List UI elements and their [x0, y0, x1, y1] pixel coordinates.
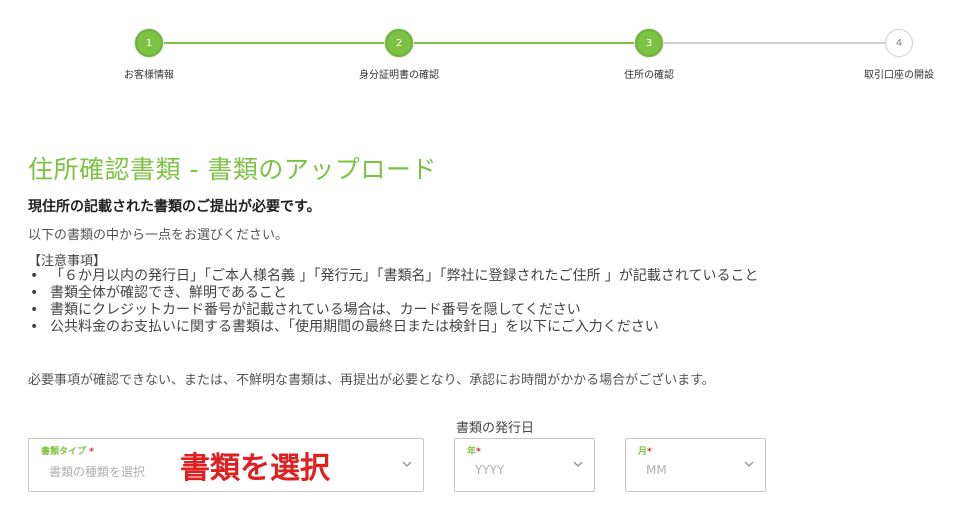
- step-3-label: 住所の確認: [624, 70, 674, 81]
- year-select[interactable]: 年* YYYY: [454, 438, 595, 492]
- issue-date-label: 書類の発行日: [456, 421, 535, 436]
- step-3-number: 3: [645, 37, 653, 49]
- step-4-number: 4: [895, 37, 903, 49]
- progress-stepper: 1 2 3 4 お客様情報 身分証明書の確認 住所の確認 取引口座の開設: [0, 0, 964, 90]
- step-connector-3-4: [649, 42, 899, 44]
- step-connector-2-3: [399, 42, 649, 44]
- notes-list: 「６か月以内の発行日」「ご本人様名義 」「発行元」「書類名」「弊社に登録されたご…: [28, 268, 848, 336]
- month-label-text: 月: [638, 447, 648, 457]
- step-2-number: 2: [395, 37, 403, 49]
- step-4-label: 取引口座の開設: [864, 70, 934, 81]
- year-placeholder: YYYY: [475, 463, 505, 477]
- annotation-select-document: 書類を選択: [180, 451, 330, 486]
- month-select[interactable]: 月* MM: [625, 438, 766, 492]
- year-label: 年*: [467, 444, 481, 457]
- document-type-placeholder: 書類の種類を選択: [49, 465, 146, 479]
- page-subtitle: 現住所の記載された書類のご提出が必要です。: [28, 199, 321, 215]
- required-mark: *: [89, 447, 94, 457]
- required-mark: *: [647, 447, 652, 457]
- document-type-label: 書類タイプ *: [41, 444, 94, 457]
- chevron-down-icon: [402, 461, 412, 468]
- step-connector-1-2: [149, 42, 399, 44]
- month-label: 月*: [638, 444, 652, 457]
- step-2-label: 身分証明書の確認: [359, 70, 439, 81]
- notes-header: 【注意事項】: [28, 254, 107, 269]
- document-type-label-text: 書類タイプ: [41, 447, 87, 457]
- year-label-text: 年: [467, 447, 477, 457]
- note-item: 書類にクレジットカード番号が記載されている場合は、カード番号を隠してください: [28, 302, 848, 319]
- note-item: 公共料金のお支払いに関する書類は、「使用期間の最終日または検針日」を以下にご入力…: [28, 319, 848, 336]
- note-item: 「６か月以内の発行日」「ご本人様名義 」「発行元」「書類名」「弊社に登録されたご…: [28, 268, 848, 285]
- chevron-down-icon: [573, 461, 583, 468]
- step-1-indicator: 1: [135, 29, 163, 57]
- page-title: 住所確認書類 - 書類のアップロード: [28, 155, 437, 184]
- required-mark: *: [476, 447, 481, 457]
- resubmission-warning: 必要事項が確認できない、または、不鮮明な書類は、再提出が必要となり、承認にお時間…: [28, 373, 715, 388]
- note-item: 書類全体が確認でき、鮮明であること: [28, 285, 848, 302]
- step-1-number: 1: [145, 37, 153, 49]
- step-1-label: お客様情報: [124, 70, 174, 81]
- step-4-indicator: 4: [885, 29, 913, 57]
- month-placeholder: MM: [646, 463, 667, 477]
- step-2-indicator: 2: [385, 29, 413, 57]
- instruction-text: 以下の書類の中から一点をお選びください。: [28, 228, 289, 243]
- step-3-indicator: 3: [635, 29, 663, 57]
- chevron-down-icon: [744, 461, 754, 468]
